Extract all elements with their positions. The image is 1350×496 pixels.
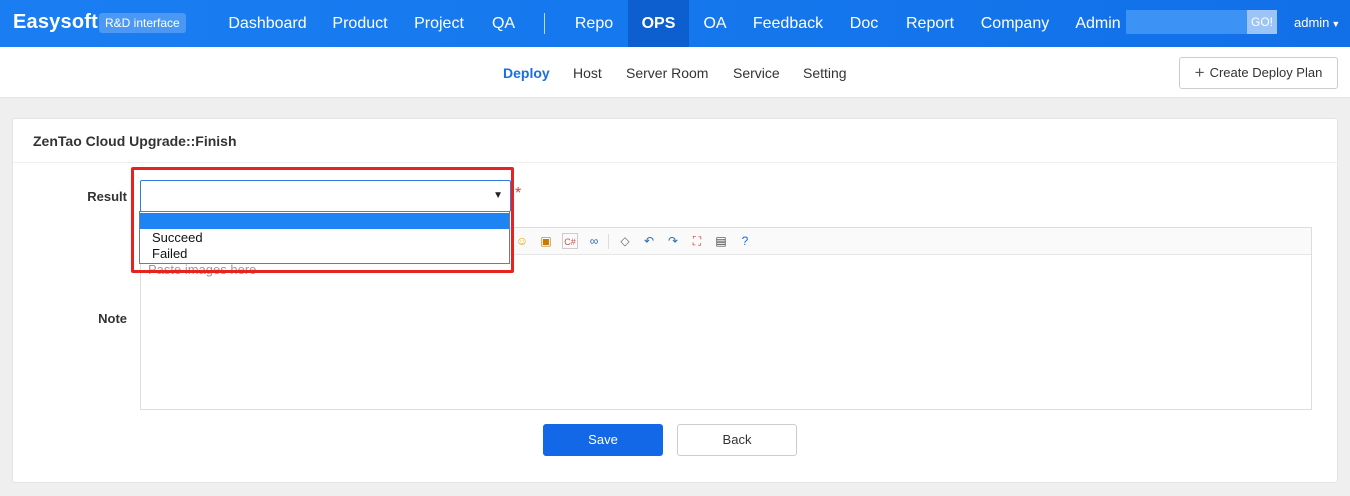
template-icon[interactable]: ▤ (713, 233, 729, 249)
subnav-item-service[interactable]: Service (733, 65, 780, 81)
sub-navbar: Deploy Host Server Room Service Setting … (0, 47, 1350, 98)
subnav-item-setting[interactable]: Setting (803, 65, 847, 81)
nav-item-oa[interactable]: OA (695, 0, 735, 47)
page-title: ZenTao Cloud Upgrade::Finish (33, 133, 237, 149)
nav-divider (544, 13, 545, 34)
top-navbar: Easysoft R&D interface Dashboard Product… (0, 0, 1350, 47)
subnav-item-server-room[interactable]: Server Room (626, 65, 708, 81)
create-deploy-plan-label: Create Deploy Plan (1209, 65, 1323, 80)
nav-item-ops[interactable]: OPS (628, 0, 689, 47)
nav-item-qa[interactable]: QA (481, 0, 526, 47)
code-icon[interactable]: C# (562, 233, 578, 249)
note-label: Note (98, 311, 127, 326)
caret-down-icon: ▼ (1331, 19, 1341, 29)
help-icon[interactable]: ? (737, 233, 753, 249)
redo-icon[interactable]: ↷ (665, 233, 681, 249)
brand-badge: R&D interface (99, 13, 186, 33)
nav-item-report[interactable]: Report (897, 0, 963, 47)
nav-item-company[interactable]: Company (973, 0, 1057, 47)
result-label: Result (87, 189, 127, 204)
nav-item-admin[interactable]: Admin (1065, 0, 1131, 47)
panel-divider (13, 162, 1337, 163)
fullscreen-icon[interactable]: ⛶ (689, 233, 705, 249)
search-go-button[interactable]: GO! (1247, 10, 1277, 34)
nav-item-doc[interactable]: Doc (840, 0, 888, 47)
link-icon[interactable]: ∞ (586, 233, 602, 249)
search-input[interactable] (1126, 10, 1248, 34)
nav-item-product[interactable]: Product (322, 0, 398, 47)
nav-item-project[interactable]: Project (405, 0, 473, 47)
undo-icon[interactable]: ↶ (641, 233, 657, 249)
user-name: admin (1294, 15, 1330, 30)
toolbar-divider (608, 234, 609, 249)
user-menu[interactable]: admin ▼ (1294, 15, 1340, 30)
emoticon-icon[interactable]: ☺ (514, 233, 530, 249)
eraser-icon[interactable]: ◇ (617, 233, 633, 249)
create-deploy-plan-button[interactable]: + Create Deploy Plan (1179, 57, 1338, 89)
nav-item-repo[interactable]: Repo (566, 0, 622, 47)
brand-logo[interactable]: Easysoft (13, 11, 98, 34)
subnav-item-deploy[interactable]: Deploy (503, 65, 550, 81)
subnav-item-host[interactable]: Host (573, 65, 602, 81)
nav-item-feedback[interactable]: Feedback (745, 0, 831, 47)
image-icon[interactable]: ▣ (538, 233, 554, 249)
nav-item-dashboard[interactable]: Dashboard (221, 0, 314, 47)
required-mark: * (515, 185, 522, 202)
plus-icon: + (1194, 63, 1205, 82)
annotation-highlight-box (131, 167, 514, 273)
save-button[interactable]: Save (543, 424, 663, 456)
back-button[interactable]: Back (677, 424, 797, 456)
